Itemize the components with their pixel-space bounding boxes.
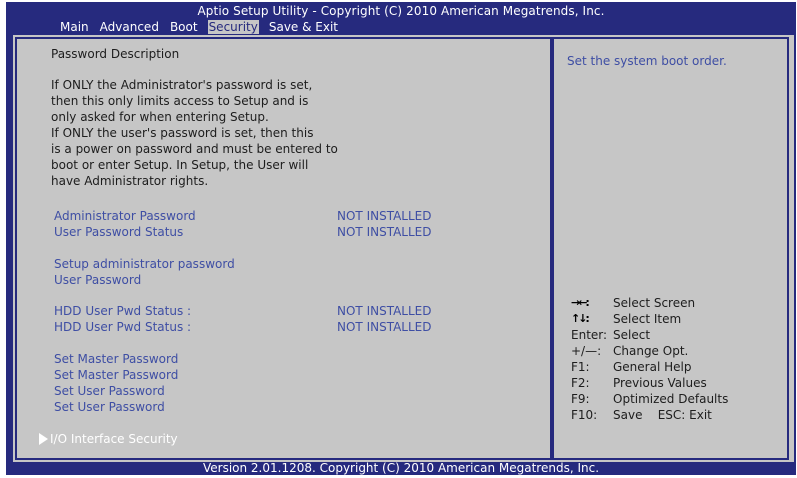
- key-description: Optimized Defaults: [613, 392, 729, 406]
- administrator-password-label: Administrator Password: [54, 209, 196, 223]
- help-panel: Set the system boot order. →←: Select Sc…: [552, 37, 789, 460]
- hdd-user-pwd-status-label: HDD User Pwd Status :: [54, 320, 192, 334]
- key-label: F2:: [571, 376, 590, 390]
- key-label: Enter:: [571, 328, 608, 342]
- tab-bar: Main Advanced Boot Security Save & Exit: [59, 20, 348, 34]
- io-interface-security-item[interactable]: I/O Interface Security: [39, 432, 178, 446]
- bios-title: Aptio Setup Utility - Copyright (C) 2010…: [197, 4, 605, 18]
- tab-advanced[interactable]: Advanced: [99, 20, 160, 34]
- set-user-password-item[interactable]: Set User Password: [54, 384, 165, 398]
- hdd-user-pwd-status-value: NOT INSTALLED: [337, 320, 432, 334]
- set-master-password-item[interactable]: Set Master Password: [54, 368, 178, 382]
- password-description: If ONLY the Administrator's password is …: [51, 77, 391, 189]
- hdd-user-pwd-status-label: HDD User Pwd Status :: [54, 304, 192, 318]
- key-label: F10:: [571, 408, 598, 422]
- user-password-item[interactable]: User Password: [54, 273, 141, 287]
- user-password-status-value: NOT INSTALLED: [337, 225, 432, 239]
- hdd-user-pwd-status-value: NOT INSTALLED: [337, 304, 432, 318]
- setup-admin-password-item[interactable]: Setup administrator password: [54, 257, 235, 271]
- user-password-status-label: User Password Status: [54, 225, 184, 239]
- key-label: F9:: [571, 392, 590, 406]
- description-line: only asked for when entering Setup.: [51, 110, 269, 124]
- description-line: then this only limits access to Setup an…: [51, 94, 309, 108]
- key-description: Previous Values: [613, 376, 707, 390]
- description-line: boot or enter Setup. In Setup, the User …: [51, 158, 309, 172]
- key-label: F1:: [571, 360, 590, 374]
- bios-frame: Aptio Setup Utility - Copyright (C) 2010…: [6, 2, 796, 475]
- key-description: Save ESC: Exit: [613, 408, 712, 422]
- set-user-password-item[interactable]: Set User Password: [54, 400, 165, 414]
- tab-save-exit[interactable]: Save & Exit: [268, 20, 339, 34]
- key-description: Change Opt.: [613, 344, 689, 358]
- key-label: +/—:: [571, 344, 602, 358]
- description-line: If ONLY the user's password is set, then…: [51, 126, 314, 140]
- set-master-password-item[interactable]: Set Master Password: [54, 352, 178, 366]
- help-description: Set the system boot order.: [567, 54, 727, 68]
- description-line: If ONLY the Administrator's password is …: [51, 78, 313, 92]
- key-description: Select Screen: [613, 296, 696, 310]
- description-line: is a power on password and must be enter…: [51, 142, 338, 156]
- key-description: Select Item: [613, 312, 682, 326]
- up-down-arrows-icon: ↑↓:: [571, 312, 590, 325]
- tab-main[interactable]: Main: [59, 20, 90, 34]
- io-interface-security-label: I/O Interface Security: [50, 432, 178, 446]
- administrator-password-value: NOT INSTALLED: [337, 209, 432, 223]
- tab-boot[interactable]: Boot: [169, 20, 199, 34]
- description-line: have Administrator rights.: [51, 174, 209, 188]
- content-panel: Password Description If ONLY the Adminis…: [13, 35, 794, 462]
- left-right-arrows-icon: →←:: [571, 296, 590, 309]
- tab-security[interactable]: Security: [207, 20, 259, 34]
- password-description-title: Password Description: [51, 47, 180, 61]
- version-footer: Version 2.01.1208. Copyright (C) 2010 Am…: [202, 461, 600, 475]
- key-description: Select: [613, 328, 651, 342]
- submenu-arrow-icon: [39, 433, 48, 445]
- main-panel: Password Description If ONLY the Adminis…: [15, 37, 552, 460]
- key-description: General Help: [613, 360, 692, 374]
